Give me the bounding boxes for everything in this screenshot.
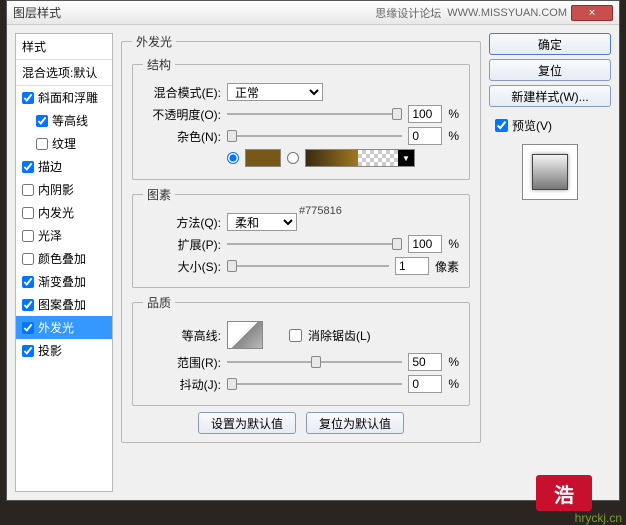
gradient-picker[interactable]: ▼ — [305, 149, 415, 167]
color-hex-note: #775816 — [299, 205, 342, 217]
sidebar-item-label: 投影 — [38, 342, 62, 359]
sidebar-item-label: 图案叠加 — [38, 296, 86, 313]
outer-glow-group: 外发光 结构 混合模式(E): 正常 不透明度(O): % 杂色(N): — [121, 33, 481, 443]
range-input[interactable] — [408, 353, 442, 371]
ext-url: WWW.MISSYUAN.COM — [447, 7, 567, 19]
opacity-input[interactable] — [408, 105, 442, 123]
preview-checkbox[interactable] — [495, 119, 508, 132]
sidebar-item-label: 等高线 — [52, 112, 88, 129]
blend-options[interactable]: 混合选项:默认 — [16, 60, 112, 86]
right-column: 确定 复位 新建样式(W)... 预览(V) — [489, 33, 611, 492]
style-checkbox[interactable] — [22, 92, 34, 104]
reset-default-button[interactable]: 复位为默认值 — [306, 412, 404, 434]
style-checkbox[interactable] — [22, 230, 34, 242]
style-checkbox[interactable] — [22, 276, 34, 288]
anti-alias-label: 消除锯齿(L) — [308, 327, 371, 344]
sidebar-item-label: 颜色叠加 — [38, 250, 86, 267]
sidebar-item-label: 内发光 — [38, 204, 74, 221]
jitter-slider[interactable] — [227, 376, 402, 392]
window-title: 图层样式 — [13, 4, 61, 21]
sidebar-item[interactable]: 渐变叠加 — [16, 270, 112, 293]
sidebar-item[interactable]: 光泽 — [16, 224, 112, 247]
cancel-button[interactable]: 复位 — [489, 59, 611, 81]
spread-input[interactable] — [408, 235, 442, 253]
size-slider[interactable] — [227, 258, 389, 274]
ext-title: 思缘设计论坛 — [375, 5, 441, 21]
style-checkbox[interactable] — [22, 184, 34, 196]
sidebar-item-label: 外发光 — [38, 319, 74, 336]
sidebar-item-label: 渐变叠加 — [38, 273, 86, 290]
style-checkbox[interactable] — [22, 345, 34, 357]
preview-box — [522, 144, 578, 200]
opacity-slider[interactable] — [227, 106, 402, 122]
style-checkbox[interactable] — [22, 253, 34, 265]
sidebar-item[interactable]: 投影 — [16, 339, 112, 362]
styles-header: 样式 — [16, 34, 112, 60]
jitter-label: 抖动(J): — [143, 376, 221, 393]
sidebar-item[interactable]: 斜面和浮雕 — [16, 86, 112, 109]
style-checkbox[interactable] — [22, 207, 34, 219]
anti-alias-checkbox[interactable] — [289, 329, 302, 342]
effect-panel: 外发光 结构 混合模式(E): 正常 不透明度(O): % 杂色(N): — [121, 33, 481, 492]
sidebar-item[interactable]: 内阴影 — [16, 178, 112, 201]
chevron-down-icon: ▼ — [398, 150, 414, 166]
size-label: 大小(S): — [143, 258, 221, 275]
style-checkbox[interactable] — [22, 161, 34, 173]
sidebar-item-label: 内阴影 — [38, 181, 74, 198]
range-slider[interactable] — [227, 354, 402, 370]
sidebar-item[interactable]: 纹理 — [16, 132, 112, 155]
opacity-label: 不透明度(O): — [143, 106, 221, 123]
sidebar-item[interactable]: 描边 — [16, 155, 112, 178]
contour-picker[interactable] — [227, 321, 263, 349]
sidebar-item[interactable]: 图案叠加 — [16, 293, 112, 316]
new-style-button[interactable]: 新建样式(W)... — [489, 85, 611, 107]
style-checkbox[interactable] — [22, 322, 34, 334]
gradient-radio[interactable] — [287, 152, 299, 164]
spread-label: 扩展(P): — [143, 236, 221, 253]
close-icon[interactable] — [571, 5, 613, 21]
color-swatch[interactable] — [245, 149, 281, 167]
sidebar-item[interactable]: 内发光 — [16, 201, 112, 224]
method-label: 方法(Q): — [143, 214, 221, 231]
ok-button[interactable]: 确定 — [489, 33, 611, 55]
noise-input[interactable] — [408, 127, 442, 145]
titlebar[interactable]: 图层样式 思缘设计论坛 WWW.MISSYUAN.COM — [7, 1, 619, 25]
site-logo: 浩 — [536, 475, 592, 511]
sidebar-item-label: 纹理 — [52, 135, 76, 152]
preview-thumbnail — [532, 154, 568, 190]
outer-glow-legend: 外发光 — [132, 33, 176, 50]
sidebar-item-label: 斜面和浮雕 — [38, 89, 98, 106]
style-checkbox[interactable] — [36, 115, 48, 127]
blend-mode-label: 混合模式(E): — [143, 84, 221, 101]
noise-slider[interactable] — [227, 128, 402, 144]
elements-group: 图素 方法(Q): 柔和 扩展(P): % 大小(S): — [132, 186, 470, 288]
contour-label: 等高线: — [143, 327, 221, 344]
quality-group: 品质 等高线: 消除锯齿(L) 范围(R): % — [132, 294, 470, 406]
set-default-button[interactable]: 设置为默认值 — [198, 412, 296, 434]
noise-label: 杂色(N): — [143, 128, 221, 145]
sidebar-item-label: 光泽 — [38, 227, 62, 244]
style-checkbox[interactable] — [36, 138, 48, 150]
sidebar-item[interactable]: 颜色叠加 — [16, 247, 112, 270]
jitter-input[interactable] — [408, 375, 442, 393]
structure-group: 结构 混合模式(E): 正常 不透明度(O): % 杂色(N): — [132, 56, 470, 180]
sidebar-item[interactable]: 外发光 — [16, 316, 112, 339]
styles-list: 样式 混合选项:默认 斜面和浮雕等高线纹理描边内阴影内发光光泽颜色叠加渐变叠加图… — [15, 33, 113, 492]
sidebar-item-label: 描边 — [38, 158, 62, 175]
blend-mode-select[interactable]: 正常 — [227, 83, 323, 101]
color-radio[interactable] — [227, 152, 239, 164]
preview-label: 预览(V) — [512, 117, 552, 134]
spread-slider[interactable] — [227, 236, 402, 252]
method-select[interactable]: 柔和 — [227, 213, 297, 231]
size-input[interactable] — [395, 257, 429, 275]
range-label: 范围(R): — [143, 354, 221, 371]
sidebar-item[interactable]: 等高线 — [16, 109, 112, 132]
style-checkbox[interactable] — [22, 299, 34, 311]
layer-style-dialog: 图层样式 思缘设计论坛 WWW.MISSYUAN.COM 样式 混合选项:默认 … — [6, 0, 620, 501]
watermark: hryckj.cn — [575, 511, 622, 525]
